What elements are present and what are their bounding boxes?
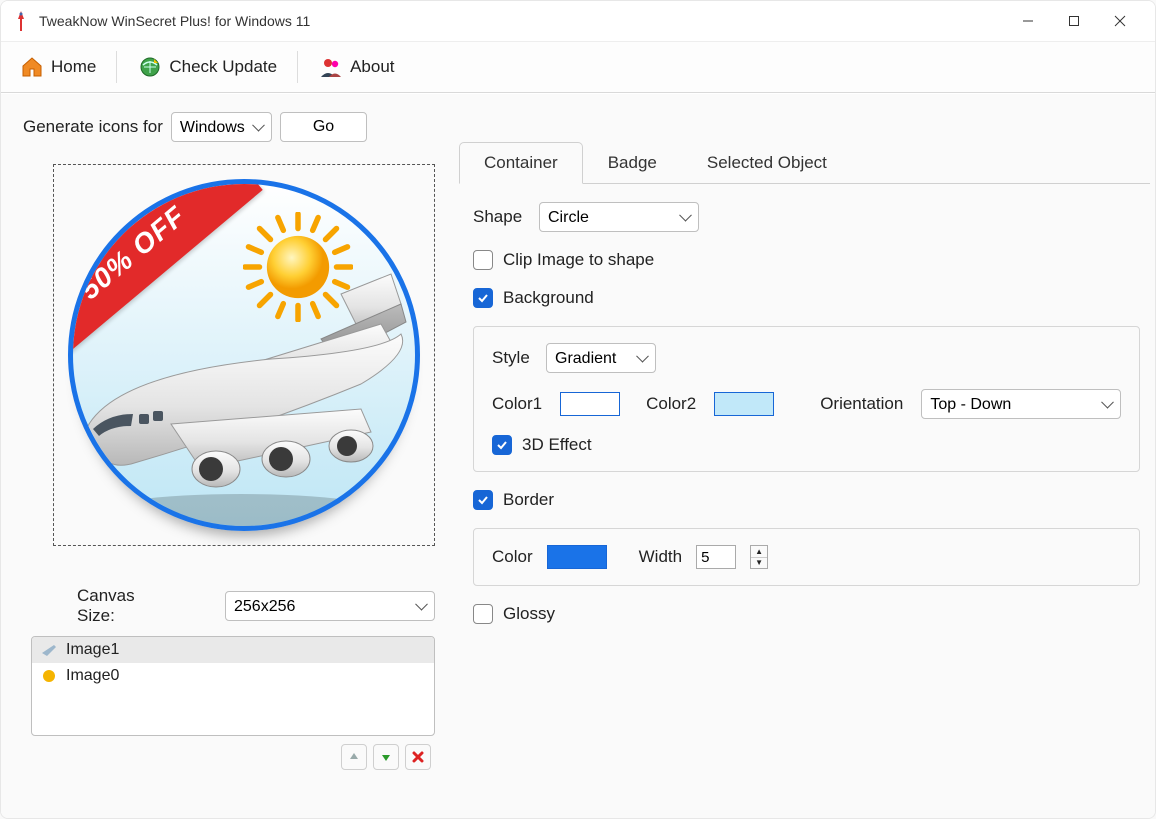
border-label: Border [503,490,554,510]
border-width-spinner[interactable]: ▲▼ [750,545,768,569]
color2-swatch[interactable] [714,392,774,416]
glossy-checkbox[interactable] [473,604,493,624]
icon-preview: 50% OFF [53,164,435,546]
tab-container[interactable]: Container [459,142,583,184]
check-update-button[interactable]: Check Update [125,50,289,84]
minimize-button[interactable] [1005,5,1051,37]
toolbar-separator [297,51,298,83]
about-label: About [350,57,394,77]
people-icon [318,54,344,80]
go-button[interactable]: Go [280,112,367,142]
border-width-label: Width [639,547,682,567]
canvas-size-label: Canvas Size: [77,586,165,626]
close-button[interactable] [1097,5,1143,37]
image-list[interactable]: Image1 Image0 [31,636,435,736]
app-icon [13,9,29,33]
border-color-swatch[interactable] [547,545,607,569]
3d-effect-label: 3D Effect [522,435,592,455]
background-group: Style Gradient Color1 Color2 Orientation… [473,326,1140,472]
color1-swatch[interactable] [560,392,620,416]
home-label: Home [51,57,96,77]
clip-checkbox[interactable] [473,250,493,270]
3d-effect-checkbox[interactable] [492,435,512,455]
border-checkbox[interactable] [473,490,493,510]
glossy-label: Glossy [503,604,555,624]
move-down-button[interactable] [373,744,399,770]
canvas-size-select[interactable]: 256x256 [225,591,435,621]
airplane-icon [40,641,58,659]
toolbar-separator [116,51,117,83]
list-item-label: Image1 [66,641,119,659]
list-item[interactable]: Image0 [32,663,434,689]
shape-label: Shape [473,207,529,227]
window-title: TweakNow WinSecret Plus! for Windows 11 [39,13,1005,29]
orientation-label: Orientation [820,394,903,414]
orientation-select[interactable]: Top - Down [921,389,1121,419]
color1-label: Color1 [492,394,542,414]
maximize-button[interactable] [1051,5,1097,37]
list-item[interactable]: Image1 [32,637,434,663]
style-select[interactable]: Gradient [546,343,656,373]
border-color-label: Color [492,547,533,567]
home-icon [19,54,45,80]
about-button[interactable]: About [306,50,406,84]
check-update-label: Check Update [169,57,277,77]
tab-badge[interactable]: Badge [583,142,682,184]
color2-label: Color2 [646,394,696,414]
border-group: Color Width ▲▼ [473,528,1140,586]
icon-circle: 50% OFF [68,179,420,531]
home-button[interactable]: Home [7,50,108,84]
move-up-button[interactable] [341,744,367,770]
generate-label: Generate icons for [23,117,163,137]
shape-select[interactable]: Circle [539,202,699,232]
background-label: Background [503,288,594,308]
border-width-input[interactable] [696,545,736,569]
delete-button[interactable] [405,744,431,770]
clip-label: Clip Image to shape [503,250,654,270]
list-item-label: Image0 [66,667,119,685]
tab-selected-object[interactable]: Selected Object [682,142,852,184]
generate-target-select[interactable]: Windows [171,112,272,142]
style-label: Style [492,348,536,368]
sun-icon [40,667,58,685]
globe-arrow-icon [137,54,163,80]
background-checkbox[interactable] [473,288,493,308]
